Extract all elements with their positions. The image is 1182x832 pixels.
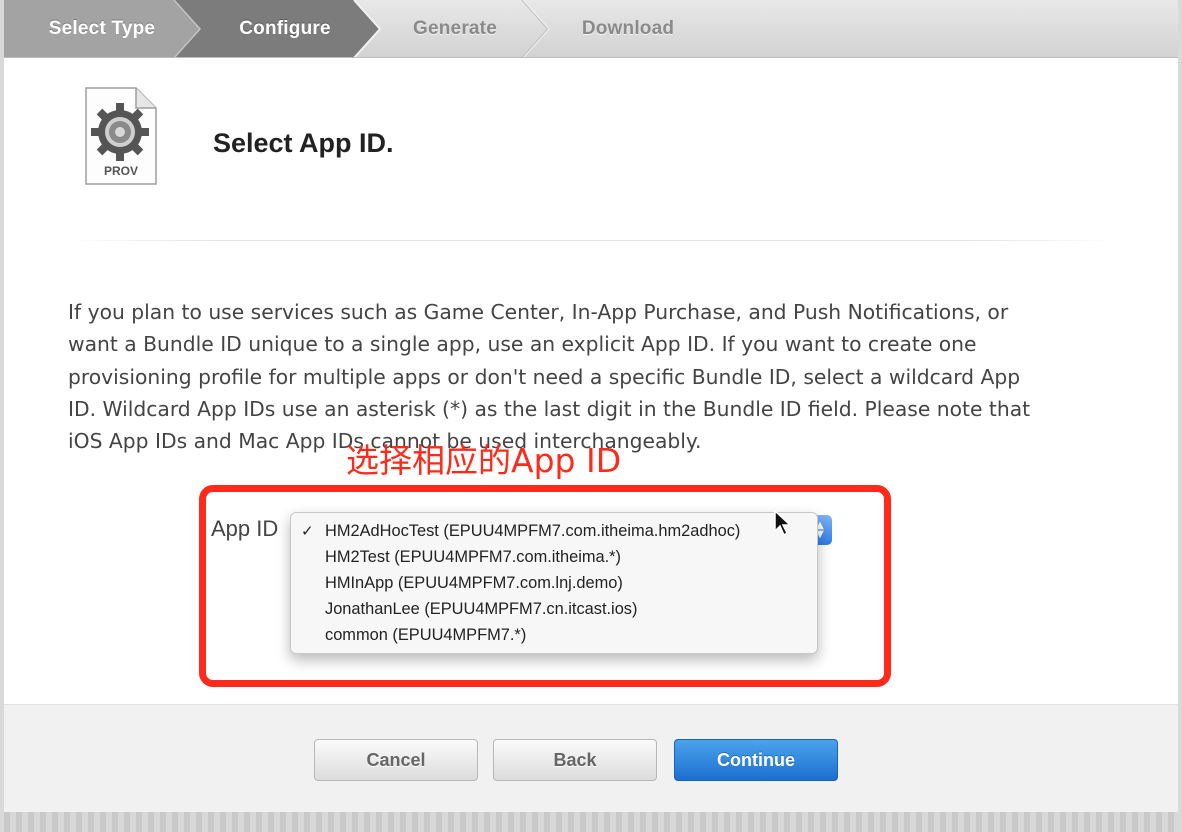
annotation-text: 选择相应的App ID <box>346 441 622 480</box>
bottom-edge <box>4 812 1178 832</box>
header-divider <box>66 240 1116 241</box>
back-button[interactable]: Back <box>493 739 657 781</box>
continue-button[interactable]: Continue <box>674 739 838 781</box>
provisioning-profile-icon: PROV <box>82 86 160 186</box>
wizard-step-bar: Select Type Configure Generate Download <box>4 0 1178 58</box>
annotation-highlight-box <box>199 485 891 687</box>
wizard-footer: Cancel Back Continue <box>4 704 1178 812</box>
step-select-type: Select Type <box>48 18 156 39</box>
provisioning-wizard: Select Type Configure Generate Download <box>0 0 1182 832</box>
step-configure: Configure <box>239 18 331 39</box>
page-title: Select App ID. <box>213 128 394 158</box>
cancel-button[interactable]: Cancel <box>314 739 478 781</box>
step-download: Download <box>581 18 675 39</box>
prov-icon-label: PROV <box>103 164 138 178</box>
step-generate: Generate <box>413 18 497 39</box>
